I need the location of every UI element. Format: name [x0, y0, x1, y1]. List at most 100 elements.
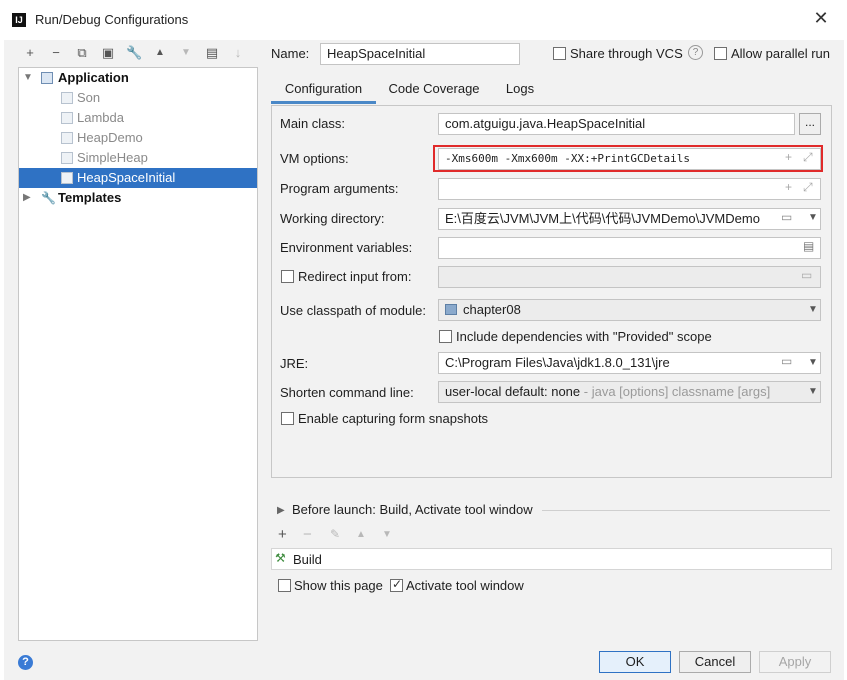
- main-class-input[interactable]: com.atguigu.java.HeapSpaceInitial: [438, 113, 795, 135]
- help-icon[interactable]: ?: [18, 655, 33, 670]
- redirect-input-field[interactable]: [438, 266, 821, 288]
- config-icon: [61, 132, 73, 144]
- divider: [542, 510, 830, 511]
- hammer-icon: ⚒: [275, 551, 286, 565]
- main-class-label: Main class:: [280, 116, 346, 131]
- sort-icon[interactable]: ↓: [230, 45, 246, 61]
- activate-tool-window-checkbox[interactable]: [390, 577, 403, 592]
- wrench-icon: 🔧: [41, 191, 56, 205]
- tab-logs[interactable]: Logs: [494, 74, 546, 104]
- remove-icon[interactable]: −: [48, 45, 64, 61]
- chevron-right-icon[interactable]: ▶: [277, 505, 285, 516]
- tree-item-label: Son: [77, 90, 101, 105]
- list-item[interactable]: Build: [293, 552, 322, 567]
- jre-select[interactable]: C:\Program Files\Java\jdk1.8.0_131\jre: [438, 352, 821, 374]
- folder-icon[interactable]: ▭: [781, 210, 792, 224]
- help-circle-icon[interactable]: ?: [688, 45, 703, 60]
- config-icon: [61, 172, 73, 184]
- config-icon: [61, 152, 73, 164]
- shorten-command-value: user-local default: none: [445, 384, 581, 399]
- name-label: Name:: [271, 46, 310, 61]
- highlight-box: [433, 145, 823, 172]
- expand-icon[interactable]: ⤢: [803, 180, 813, 195]
- vm-options-label: VM options:: [280, 151, 349, 166]
- move-up-icon[interactable]: ▲: [356, 529, 366, 540]
- show-page-checkbox[interactable]: [278, 579, 291, 592]
- chevron-right-icon[interactable]: ▶: [23, 188, 31, 208]
- tree-group-label: Templates: [58, 190, 122, 205]
- tree-item-heapspaceinitial[interactable]: HeapSpaceInitial: [19, 168, 257, 188]
- redirect-input-checkbox[interactable]: [281, 270, 294, 283]
- enable-snapshots-label: Enable capturing form snapshots: [298, 411, 489, 426]
- save-icon[interactable]: ▣: [100, 45, 116, 61]
- add-icon[interactable]: +: [278, 526, 287, 543]
- tree-item-label: Lambda: [77, 110, 124, 125]
- tree-group-templates[interactable]: ▶ 🔧 Templates: [19, 188, 257, 208]
- folder-icon[interactable]: ▤: [204, 45, 220, 61]
- program-arguments-label: Program arguments:: [280, 181, 399, 196]
- copy-icon[interactable]: ⧉: [74, 45, 90, 61]
- close-icon[interactable]: ✕: [811, 8, 831, 28]
- plus-icon[interactable]: +: [785, 180, 792, 194]
- remove-icon[interactable]: −: [303, 526, 312, 543]
- configuration-tree[interactable]: ▼ Application Son Lambda HeapDemo Simple…: [18, 67, 258, 641]
- program-arguments-input[interactable]: [438, 178, 821, 200]
- before-launch-list[interactable]: [271, 548, 832, 570]
- shorten-command-hint: - java [options] classname [args]: [580, 384, 771, 399]
- browse-main-class-button[interactable]: ...: [799, 113, 821, 135]
- tree-group-application[interactable]: ▼ Application: [19, 68, 257, 88]
- window-title: Run/Debug Configurations: [35, 12, 189, 27]
- chevron-down-icon[interactable]: ▼: [808, 357, 818, 368]
- classpath-module-label: Use classpath of module:: [280, 303, 426, 318]
- share-vcs-label: Share through VCS: [570, 46, 683, 61]
- tree-item-son[interactable]: Son: [19, 88, 257, 108]
- intellij-app-icon: IJ: [12, 13, 26, 27]
- name-input[interactable]: HeapSpaceInitial: [320, 43, 520, 65]
- ok-button[interactable]: OK: [599, 651, 671, 673]
- allow-parallel-checkbox[interactable]: [714, 47, 727, 60]
- add-icon[interactable]: +: [22, 45, 38, 61]
- tree-item-label: SimpleHeap: [77, 150, 148, 165]
- move-up-icon[interactable]: ▲: [152, 45, 168, 61]
- jre-label: JRE:: [280, 356, 309, 371]
- application-icon: [41, 72, 53, 84]
- tree-item-simpleheap[interactable]: SimpleHeap: [19, 148, 257, 168]
- document-icon[interactable]: ▤: [803, 239, 814, 253]
- environment-variables-input[interactable]: [438, 237, 821, 259]
- config-icon: [61, 112, 73, 124]
- include-dependencies-checkbox[interactable]: [439, 330, 452, 343]
- folder-icon[interactable]: ▭: [781, 354, 792, 368]
- activate-tool-window-label: Activate tool window: [406, 578, 524, 593]
- chevron-down-icon[interactable]: ▼: [23, 68, 33, 88]
- tree-item-label: HeapSpaceInitial: [77, 170, 176, 185]
- show-page-label: Show this page: [294, 578, 383, 593]
- cancel-button[interactable]: Cancel: [679, 651, 751, 673]
- folder-icon[interactable]: ▭: [801, 268, 812, 282]
- tree-item-lambda[interactable]: Lambda: [19, 108, 257, 128]
- chevron-down-icon[interactable]: ▼: [808, 212, 818, 223]
- working-directory-label: Working directory:: [280, 211, 385, 226]
- redirect-input-label: Redirect input from:: [298, 269, 412, 284]
- move-down-icon[interactable]: ▼: [178, 45, 194, 61]
- chevron-down-icon[interactable]: ▼: [808, 304, 818, 315]
- edit-pencil-icon[interactable]: ✎: [330, 527, 340, 541]
- tree-group-label: Application: [58, 70, 129, 85]
- before-launch-title[interactable]: Before launch: Build, Activate tool wind…: [292, 502, 533, 517]
- working-directory-input[interactable]: E:\百度云\JVM\JVM上\代码\代码\JVMDemo\JVMDemo: [438, 208, 821, 230]
- chevron-down-icon[interactable]: ▼: [808, 386, 818, 397]
- tab-configuration[interactable]: Configuration: [271, 74, 376, 104]
- enable-snapshots-checkbox[interactable]: [281, 412, 294, 425]
- tab-code-coverage[interactable]: Code Coverage: [378, 74, 490, 104]
- environment-variables-label: Environment variables:: [280, 240, 413, 255]
- classpath-module-select[interactable]: chapter08: [438, 299, 821, 321]
- apply-button[interactable]: Apply: [759, 651, 831, 673]
- tree-item-label: HeapDemo: [77, 130, 143, 145]
- shorten-command-label: Shorten command line:: [280, 385, 414, 400]
- share-vcs-checkbox[interactable]: [553, 47, 566, 60]
- move-down-icon[interactable]: ▼: [382, 529, 392, 540]
- tree-item-heapdemo[interactable]: HeapDemo: [19, 128, 257, 148]
- module-folder-icon: [445, 304, 457, 315]
- wrench-icon[interactable]: 🔧: [126, 45, 142, 61]
- shorten-command-select[interactable]: user-local default: none - java [options…: [438, 381, 821, 403]
- allow-parallel-label: Allow parallel run: [731, 46, 830, 61]
